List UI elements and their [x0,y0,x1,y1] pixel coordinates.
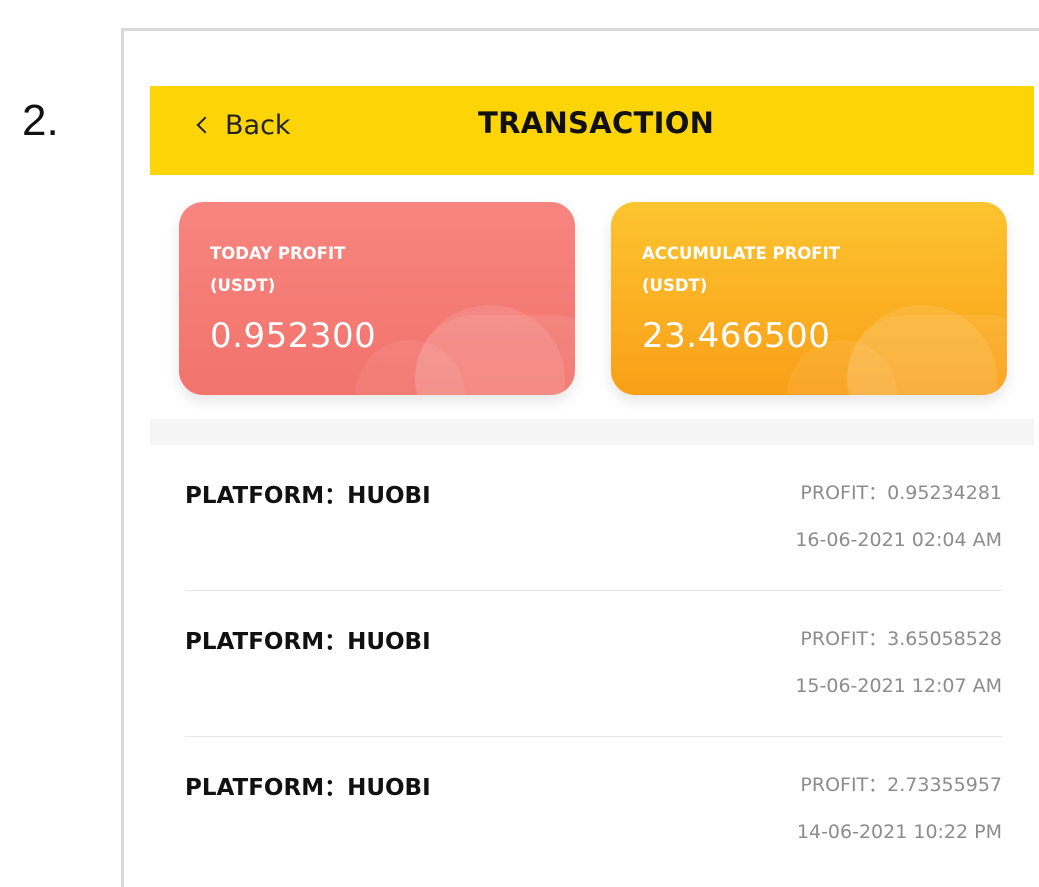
transaction-screen: Back TRANSACTION TODAY PROFIT (USDT) 0.9… [150,86,1039,887]
transaction-date: 15-06-2021 12:07 AM [795,675,1002,697]
step-number: 2. [22,96,59,145]
transaction-platform: PLATFORM：HUOBI [185,629,431,655]
today-profit-value: 0.952300 [210,316,377,356]
today-profit-label-line2: (USDT) [210,276,276,295]
transaction-profit: PROFIT：3.65058528 [800,628,1002,650]
transaction-row[interactable]: PLATFORM：HUOBI PROFIT：3.65058528 15-06-2… [185,591,1002,737]
app-header: Back TRANSACTION [150,86,1034,175]
accumulate-profit-card: ACCUMULATE PROFIT (USDT) 23.466500 [611,202,1007,395]
accumulate-profit-label: ACCUMULATE PROFIT (USDT) [642,238,982,302]
transaction-row[interactable]: PLATFORM：HUOBI PROFIT：0.95234281 16-06-2… [185,445,1002,591]
accumulate-profit-label-line2: (USDT) [642,276,708,295]
section-divider [150,419,1034,445]
profit-cards: TODAY PROFIT (USDT) 0.952300 ACCUMULATE … [150,175,1034,445]
page-title: TRANSACTION [478,106,715,140]
chevron-left-icon [196,116,214,134]
accumulate-profit-value: 23.466500 [642,316,831,356]
today-profit-label-line1: TODAY PROFIT [210,244,346,263]
today-profit-label: TODAY PROFIT (USDT) [210,238,550,302]
transaction-platform: PLATFORM：HUOBI [185,775,431,801]
back-label: Back [225,109,291,141]
back-button[interactable]: Back [194,107,291,143]
transaction-platform: PLATFORM：HUOBI [185,483,431,509]
transaction-profit: PROFIT：2.73355957 [800,774,1002,796]
today-profit-card: TODAY PROFIT (USDT) 0.952300 [179,202,575,395]
transaction-date: 14-06-2021 10:22 PM [796,821,1002,843]
transaction-date: 16-06-2021 02:04 AM [795,529,1002,551]
accumulate-profit-label-line1: ACCUMULATE PROFIT [642,244,840,263]
transaction-row[interactable]: PLATFORM：HUOBI PROFIT：2.73355957 14-06-2… [185,737,1002,882]
phone-frame: Back TRANSACTION TODAY PROFIT (USDT) 0.9… [121,28,1039,887]
transaction-list: PLATFORM：HUOBI PROFIT：0.95234281 16-06-2… [150,445,1034,882]
transaction-profit: PROFIT：0.95234281 [800,482,1002,504]
